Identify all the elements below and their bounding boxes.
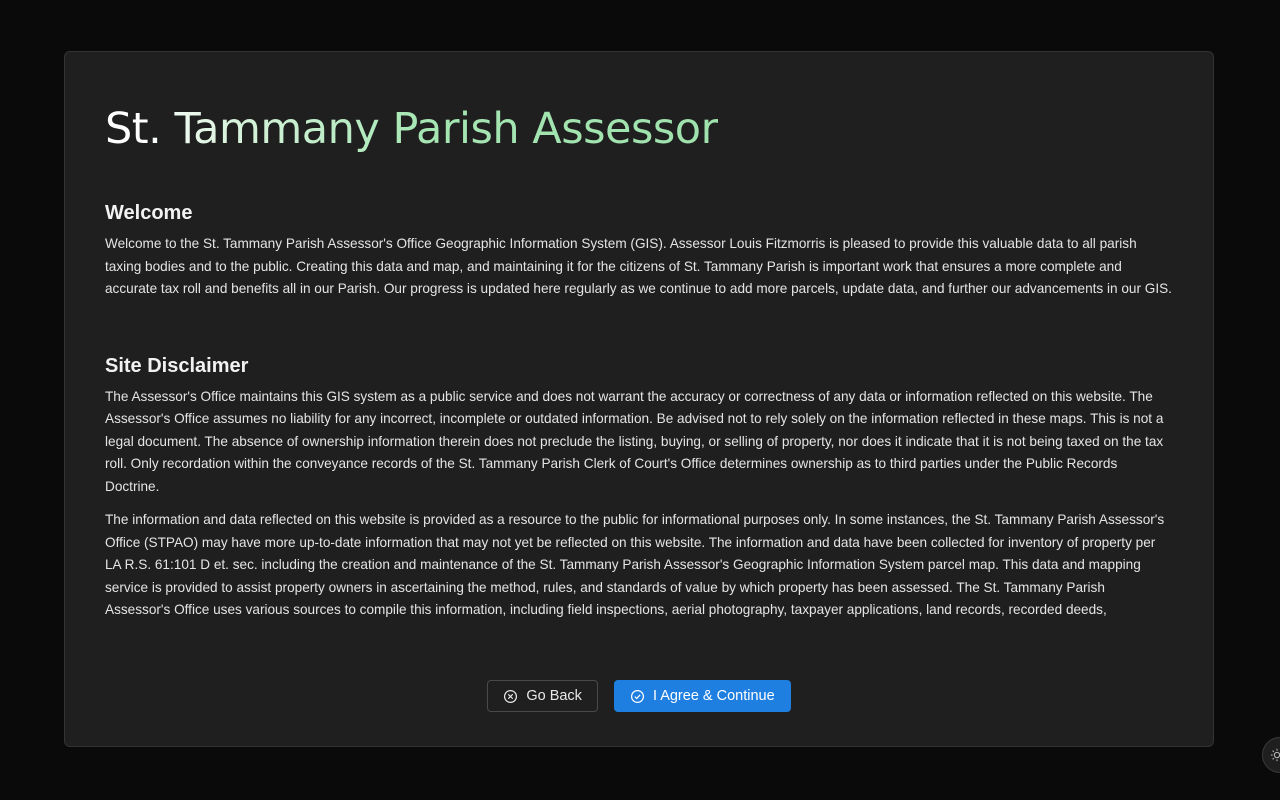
disclaimer-paragraph-1: The Assessor's Office maintains this GIS… xyxy=(105,388,1164,494)
theme-toggle-button[interactable] xyxy=(1262,737,1280,773)
disclaimer-content[interactable]: Welcome Welcome to the St. Tammany Paris… xyxy=(105,200,1173,640)
go-back-label: Go Back xyxy=(526,688,582,704)
sun-icon xyxy=(1270,748,1280,762)
dialog-actions: Go Back I Agree & Continue xyxy=(65,680,1213,712)
page-title: St. Tammany Parish Assessor xyxy=(105,104,718,154)
disclaimer-paragraph-2: The information and data reflected on th… xyxy=(105,512,1165,617)
disclaimer-dialog: St. Tammany Parish Assessor Welcome Welc… xyxy=(64,51,1214,747)
section-heading-disclaimer: Site Disclaimer xyxy=(105,354,249,377)
go-back-button[interactable]: Go Back xyxy=(487,680,598,712)
section-heading-welcome: Welcome xyxy=(105,202,193,224)
check-circle-icon xyxy=(630,689,645,704)
agree-continue-button[interactable]: I Agree & Continue xyxy=(613,680,791,712)
close-circle-icon xyxy=(503,689,518,704)
welcome-paragraph: Welcome to the St. Tammany Parish Assess… xyxy=(105,236,1172,296)
agree-continue-label: I Agree & Continue xyxy=(652,688,775,704)
